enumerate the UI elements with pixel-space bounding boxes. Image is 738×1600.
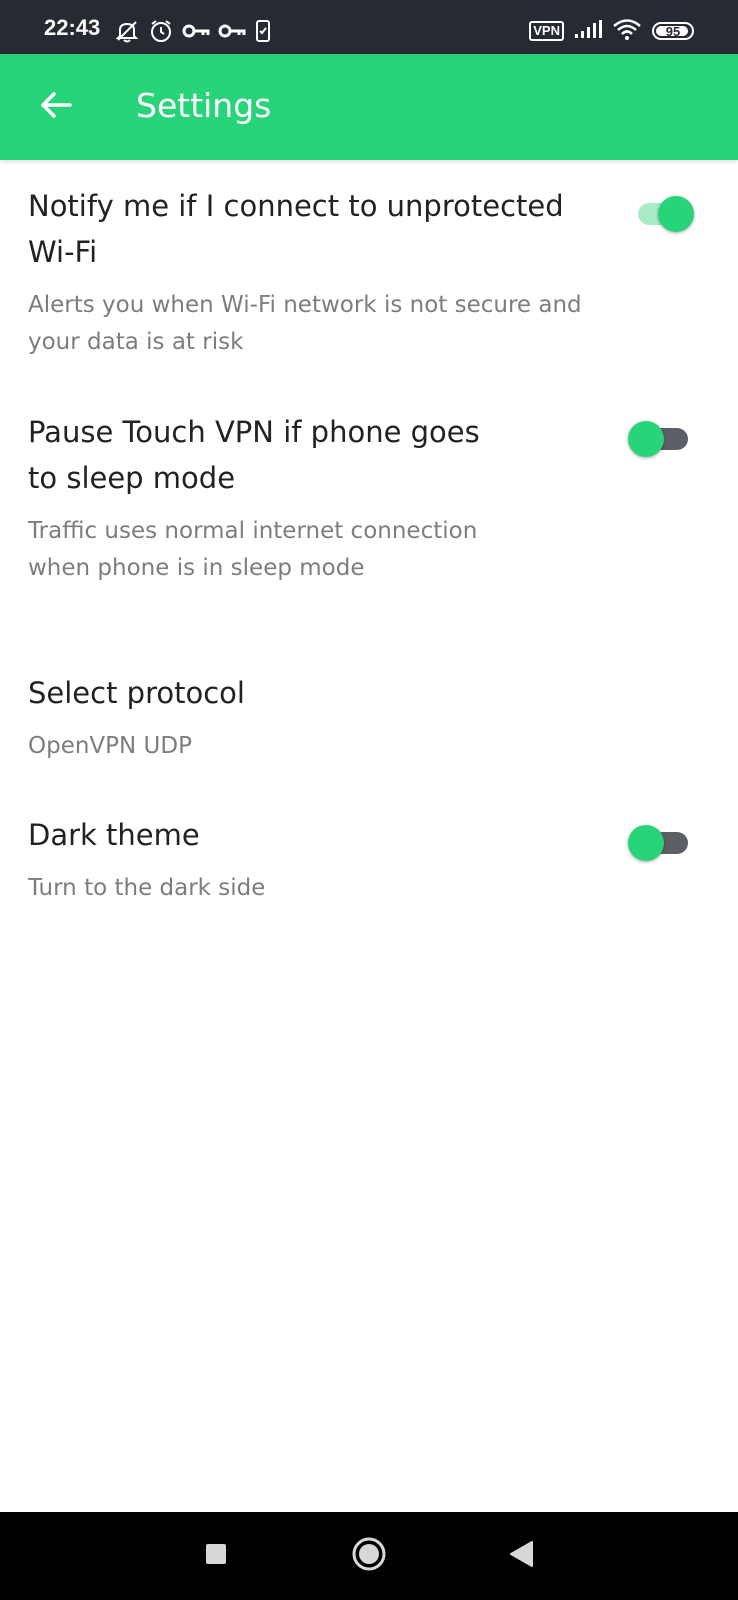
alarm-icon: [148, 18, 174, 48]
setting-title: Select protocol: [28, 676, 245, 710]
status-bar: 22:43 VPN 95: [0, 0, 738, 54]
key-icon: [218, 21, 246, 45]
arrow-left-icon: [40, 91, 72, 123]
vpn-icon: VPN: [529, 21, 564, 41]
wifi-icon: [612, 18, 642, 44]
setting-title: Pause Touch VPN if phone goes to sleep m…: [28, 415, 480, 495]
setting-description: Turn to the dark side: [28, 875, 266, 901]
navigation-bar: [0, 1512, 738, 1600]
protocol-value: OpenVPN UDP: [28, 733, 192, 759]
key-icon: [182, 21, 210, 45]
setting-select-protocol[interactable]: Select protocol OpenVPN UDP: [28, 670, 628, 765]
status-icons-left: [114, 18, 272, 48]
battery-level: 95: [665, 23, 681, 39]
status-time: 22:43: [44, 15, 101, 40]
pause-vpn-sleep-toggle[interactable]: [628, 421, 692, 457]
setting-description: Alerts you when Wi-Fi network is not sec…: [28, 292, 582, 355]
toggle-thumb: [658, 196, 694, 232]
setting-title: Dark theme: [28, 818, 200, 852]
app-bar: Settings: [0, 54, 738, 160]
square-recents-icon: [204, 1542, 228, 1570]
bell-off-icon: [114, 18, 140, 48]
signal-icon: [574, 19, 602, 43]
back-button[interactable]: [28, 79, 84, 135]
unprotected-wifi-toggle[interactable]: [630, 196, 694, 232]
toggle-thumb: [628, 421, 664, 457]
triangle-back-icon: [508, 1540, 534, 1572]
setting-pause-vpn-sleep[interactable]: Pause Touch VPN if phone goes to sleep m…: [28, 409, 498, 587]
phone-check-icon: [254, 19, 272, 47]
status-icons-right: VPN 95: [529, 18, 694, 44]
dark-theme-toggle[interactable]: [628, 825, 692, 861]
recents-button[interactable]: [192, 1532, 240, 1580]
circle-home-icon: [351, 1536, 387, 1576]
nav-back-button[interactable]: [497, 1532, 545, 1580]
setting-unprotected-wifi[interactable]: Notify me if I connect to unprotected Wi…: [28, 183, 588, 361]
home-button[interactable]: [345, 1532, 393, 1580]
battery-icon: 95: [652, 22, 694, 40]
setting-description: Traffic uses normal internet connection …: [28, 518, 478, 581]
setting-dark-theme[interactable]: Dark theme Turn to the dark side: [28, 812, 628, 907]
setting-title: Notify me if I connect to unprotected Wi…: [28, 189, 564, 269]
page-title: Settings: [136, 86, 272, 125]
toggle-thumb: [628, 825, 664, 861]
